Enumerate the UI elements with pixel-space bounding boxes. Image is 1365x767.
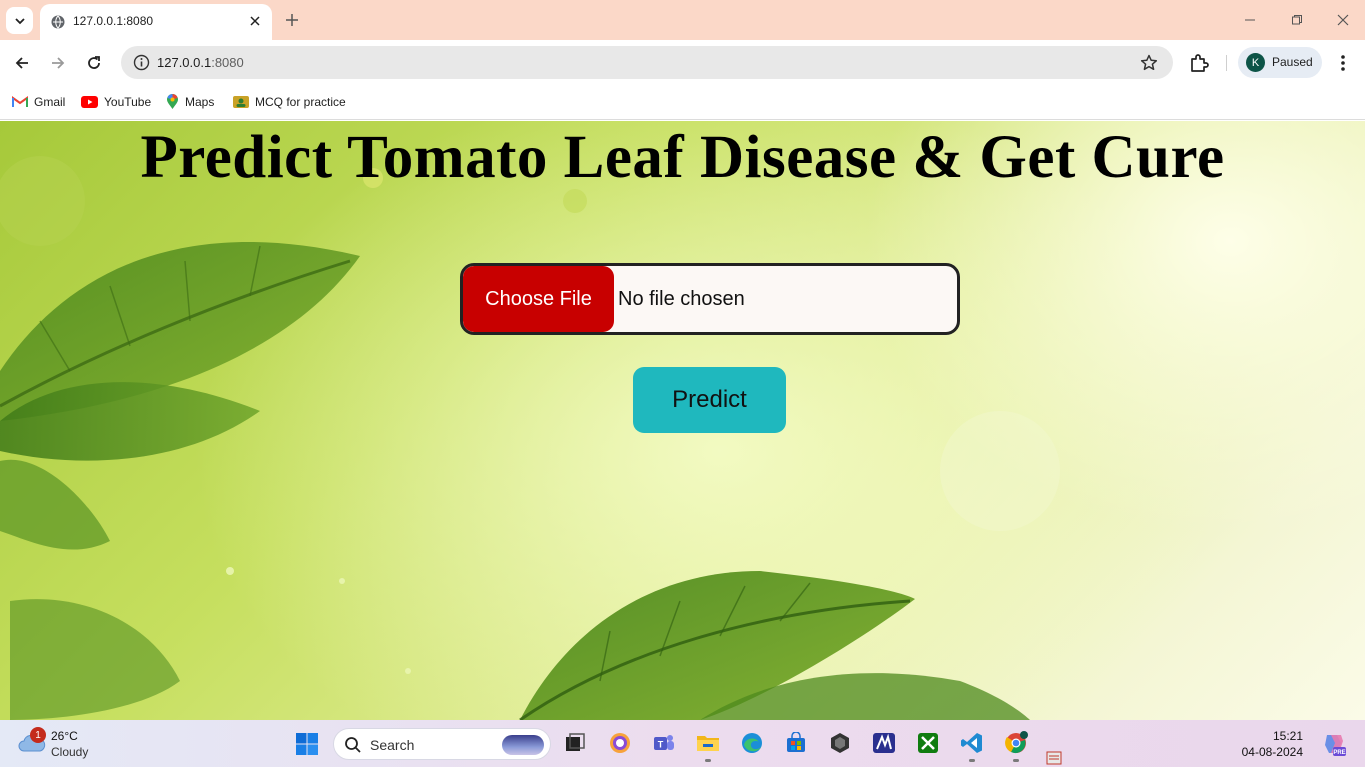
tab-title: 127.0.0.1:8080 <box>73 14 154 28</box>
restore-icon <box>1292 15 1302 25</box>
extensions-icon[interactable] <box>1188 52 1210 74</box>
url-host: 127.0.0.1 <box>157 55 212 70</box>
vscode-icon <box>961 733 982 753</box>
bookmarks-bar: Gmail YouTube Maps MCQ for practice <box>0 85 1365 120</box>
unity-icon <box>831 733 849 753</box>
close-icon <box>1337 14 1349 26</box>
address-bar[interactable]: 127.0.0.1:8080 <box>121 46 1173 79</box>
forward-button[interactable] <box>47 52 69 74</box>
avatar: K <box>1246 53 1265 72</box>
weather-temperature: 26°C <box>51 729 78 743</box>
taskbar-search[interactable]: Search <box>333 728 551 760</box>
page-title: Predict Tomato Leaf Disease & Get Cure <box>140 124 1225 191</box>
task-view-app[interactable] <box>561 729 589 757</box>
bookmark-label: YouTube <box>104 95 152 109</box>
url-port: :8080 <box>211 55 244 70</box>
choose-file-button[interactable]: Choose File <box>463 266 614 332</box>
reload-button[interactable] <box>83 52 105 74</box>
predict-button[interactable]: Predict <box>633 367 786 433</box>
bookmark-maps[interactable]: Maps <box>166 93 214 111</box>
page-content: Predict Tomato Leaf Disease & Get Cure C… <box>0 121 1365 720</box>
search-highlight-image <box>502 735 544 755</box>
windows-start-icon[interactable] <box>295 732 319 756</box>
arrow-left-icon <box>15 57 28 69</box>
clock-date[interactable]: 04-08-2024 <box>1230 745 1303 759</box>
maps-icon <box>167 94 178 109</box>
running-indicator <box>705 759 711 762</box>
running-indicator <box>1013 759 1019 762</box>
bookmark-label: MCQ for practice <box>255 95 346 109</box>
tray-app[interactable] <box>1044 748 1066 766</box>
weather-widget[interactable]: 1 26°C Cloudy <box>16 727 106 761</box>
youtube-icon <box>81 96 98 108</box>
restore-button[interactable] <box>1289 12 1305 28</box>
reload-icon <box>88 56 100 69</box>
unity-app[interactable] <box>826 729 854 757</box>
chrome-app[interactable] <box>1002 729 1030 757</box>
xbox-app[interactable] <box>914 729 942 757</box>
folder-icon <box>697 736 719 751</box>
chrome-icon <box>1005 731 1028 754</box>
xbox-icon <box>918 733 938 753</box>
profile-button[interactable]: K Paused <box>1238 47 1322 78</box>
arrow-right-icon <box>52 57 65 69</box>
minimize-button[interactable] <box>1242 12 1258 28</box>
close-icon <box>250 16 260 26</box>
bookmark-label: Gmail <box>34 95 66 109</box>
search-label: Search <box>370 737 415 753</box>
globe-icon <box>51 15 65 29</box>
new-tab-button[interactable] <box>282 10 302 30</box>
clock-time[interactable]: 15:21 <box>1240 729 1303 743</box>
teams-app[interactable]: T <box>650 729 678 757</box>
notification-badge: 1 <box>30 727 46 743</box>
profile-status: Paused <box>1272 55 1313 69</box>
vscode-app[interactable] <box>958 729 986 757</box>
kebab-menu-icon[interactable] <box>1333 52 1353 74</box>
running-indicator <box>969 759 975 762</box>
edge-app[interactable] <box>738 729 766 757</box>
plus-icon <box>286 14 298 26</box>
weather-description: Cloudy <box>51 745 89 759</box>
close-window-button[interactable] <box>1335 12 1351 28</box>
taskbar: 1 26°C Cloudy Search T 15:21 04-08-2024 … <box>0 720 1365 767</box>
edge-icon <box>742 733 762 753</box>
bookmark-folder-icon <box>233 96 249 108</box>
bookmark-mcq[interactable]: MCQ for practice <box>233 93 346 111</box>
gmail-icon <box>12 96 28 107</box>
chevron-down-icon <box>14 17 25 24</box>
svg-text:PRE: PRE <box>1333 750 1345 756</box>
file-input[interactable]: Choose File No file chosen <box>460 263 960 335</box>
meta-app[interactable] <box>870 729 898 757</box>
meta-app-icon <box>873 733 895 753</box>
tab-strip: 127.0.0.1:8080 <box>0 0 1365 40</box>
back-button[interactable] <box>11 52 33 74</box>
microsoft-store-app[interactable] <box>782 729 810 757</box>
svg-text:T: T <box>658 740 664 750</box>
info-icon[interactable] <box>133 54 150 71</box>
browser-toolbar: 127.0.0.1:8080 K Paused <box>0 40 1365 85</box>
close-tab-button[interactable] <box>246 12 264 30</box>
url-text: 127.0.0.1:8080 <box>157 55 244 70</box>
task-view-icon <box>566 733 585 751</box>
file-status-text: No file chosen <box>618 288 745 310</box>
search-icon <box>345 737 361 753</box>
tray-app-icon <box>1046 751 1062 765</box>
bookmark-star-icon[interactable] <box>1139 53 1159 73</box>
copilot-app[interactable] <box>606 729 634 757</box>
minimize-icon <box>1245 19 1255 21</box>
store-icon <box>787 732 805 752</box>
copilot-icon[interactable]: PRE <box>1321 731 1347 757</box>
tab-search-button[interactable] <box>6 7 33 34</box>
copilot-app-icon <box>610 733 630 753</box>
toolbar-separator <box>1226 55 1227 71</box>
bookmark-label: Maps <box>185 95 215 109</box>
bookmark-gmail[interactable]: Gmail <box>12 93 65 111</box>
active-tab[interactable]: 127.0.0.1:8080 <box>40 4 272 40</box>
teams-icon: T <box>654 735 674 750</box>
file-explorer-app[interactable] <box>694 729 722 757</box>
bookmark-youtube[interactable]: YouTube <box>81 93 151 111</box>
